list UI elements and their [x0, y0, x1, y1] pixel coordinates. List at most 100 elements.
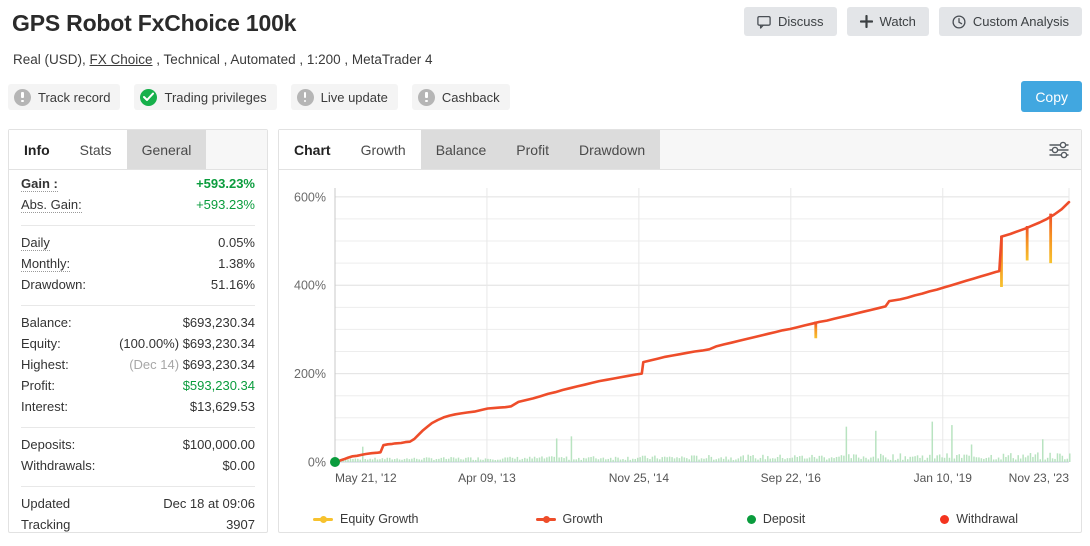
- stat-value: 0.05%: [218, 235, 255, 250]
- subtitle-prefix: Real (USD),: [13, 52, 90, 67]
- svg-text:Jan 10, '19: Jan 10, '19: [914, 471, 973, 485]
- stat-value: 1.38%: [218, 256, 255, 271]
- legend-label: Withdrawal: [956, 512, 1019, 526]
- broker-link[interactable]: FX Choice: [90, 52, 153, 67]
- stat-key: Tracking: [21, 517, 71, 532]
- stat-key: Interest:: [21, 399, 68, 414]
- chart-panel: Chart Growth Balance Profit Drawdown 0% 2…: [278, 129, 1082, 533]
- sliders-icon[interactable]: [1047, 139, 1071, 161]
- stat-value: $0.00: [222, 458, 255, 473]
- custom-analysis-button[interactable]: Custom Analysis: [938, 7, 1082, 36]
- badge-live-update[interactable]: Live update: [290, 84, 398, 110]
- stat-key[interactable]: Gain :: [21, 177, 58, 192]
- withdrawal-dot-icon: [940, 514, 950, 524]
- stat-row-updated: Updated Dec 18 at 09:06: [21, 496, 255, 517]
- stat-value: 51.16%: [210, 277, 255, 292]
- svg-text:0%: 0%: [308, 456, 326, 470]
- stat-key[interactable]: Abs. Gain:: [21, 198, 82, 213]
- legend-label: Growth: [562, 512, 603, 526]
- growth-chart[interactable]: 0% 200% 400% 600% May 21, '12 Apr 09, '13 Nov …: [279, 170, 1083, 532]
- badge-trading-privileges[interactable]: Trading privileges: [134, 84, 277, 110]
- stats-group-gain: Gain : +593.23% Abs. Gain: +593.23%: [21, 174, 255, 218]
- stat-value: $693,230.34: [182, 315, 255, 330]
- svg-text:Sep 22, '16: Sep 22, '16: [761, 471, 822, 485]
- legend-deposit[interactable]: Deposit: [746, 512, 806, 526]
- stat-key: Updated: [21, 496, 71, 511]
- discuss-button[interactable]: Discuss: [744, 7, 837, 36]
- stat-value: 3907: [226, 517, 255, 532]
- stats-group-account: Balance: $693,230.34 Equity: (100.00%) $…: [21, 313, 255, 420]
- divider: [21, 486, 255, 487]
- subtitle-suffix: , Technical , Automated , 1:200 , MetaTr…: [152, 52, 433, 67]
- profile-page: GPS Robot FxChoice 100k Real (USD), FX C…: [0, 0, 1090, 546]
- stat-row-interest: Interest: $13,629.53: [21, 399, 255, 420]
- divider: [21, 305, 255, 306]
- tab-general[interactable]: General: [126, 130, 207, 169]
- stat-value: $100,000.00: [182, 437, 255, 452]
- deposit-dot-icon: [746, 514, 756, 524]
- page-title: GPS Robot FxChoice 100k: [12, 10, 297, 36]
- comment-icon: [757, 15, 771, 29]
- divider: [21, 427, 255, 428]
- stat-key[interactable]: Daily: [21, 236, 50, 251]
- copy-button[interactable]: Copy: [1021, 81, 1082, 112]
- svg-text:May 21, '12: May 21, '12: [335, 471, 397, 485]
- tab-growth[interactable]: Growth: [345, 130, 421, 169]
- stat-prefix: (100.00%): [119, 336, 180, 351]
- stat-value: +593.23%: [196, 197, 255, 212]
- stat-key: Withdrawals:: [21, 458, 96, 473]
- legend-growth[interactable]: Growth: [535, 512, 603, 526]
- stat-key: Balance:: [21, 315, 72, 330]
- tab-balance[interactable]: Balance: [420, 130, 502, 169]
- stat-row-monthly: Monthly: 1.38%: [21, 256, 255, 277]
- stat-row-equity: Equity: (100.00%) $693,230.34: [21, 336, 255, 357]
- tab-chart[interactable]: Chart: [279, 130, 346, 169]
- custom-analysis-label: Custom Analysis: [972, 14, 1069, 29]
- badge-track-record[interactable]: Track record: [8, 84, 121, 110]
- exclamation-icon: [296, 88, 314, 106]
- legend-withdrawal[interactable]: Withdrawal: [940, 512, 1018, 526]
- stat-value: +593.23%: [196, 176, 255, 191]
- stat-key[interactable]: Monthly:: [21, 257, 71, 272]
- stats-group-performance: Daily 0.05% Monthly: 1.38% Drawdown: 51.…: [21, 233, 255, 298]
- tab-stats[interactable]: Stats: [64, 130, 127, 169]
- stat-row-abs-gain: Abs. Gain: +593.23%: [21, 197, 255, 218]
- badge-label: Cashback: [441, 89, 500, 105]
- stats-list: Gain : +593.23% Abs. Gain: +593.23% Dail…: [9, 170, 267, 538]
- svg-text:Nov 23, '23: Nov 23, '23: [1009, 471, 1070, 485]
- stats-group-meta: Updated Dec 18 at 09:06 Tracking 3907: [21, 494, 255, 538]
- stat-key: Profit:: [21, 378, 55, 393]
- watch-button[interactable]: Watch: [846, 7, 929, 36]
- stat-value: $13,629.53: [189, 399, 255, 414]
- legend-equity-growth[interactable]: Equity Growth: [313, 512, 419, 526]
- svg-text:Apr 09, '13: Apr 09, '13: [458, 471, 516, 485]
- stat-value: $593,230.34: [182, 378, 255, 393]
- badge-list: Track record Trading privileges Live upd…: [8, 84, 510, 110]
- stat-value: $693,230.34: [182, 336, 255, 351]
- badge-label: Trading privileges: [164, 89, 267, 105]
- exclamation-icon: [417, 88, 435, 106]
- chart-legend: Equity Growth Growth Deposit Withdrawal: [279, 512, 1083, 526]
- stat-value-wrap: (100.00%) $693,230.34: [119, 336, 255, 351]
- badge-cashback[interactable]: Cashback: [411, 84, 510, 110]
- badge-label: Live update: [320, 89, 388, 105]
- stat-row-profit: Profit: $593,230.34: [21, 378, 255, 399]
- page-header: GPS Robot FxChoice 100k Real (USD), FX C…: [0, 0, 1090, 120]
- stat-value-wrap: (Dec 14) $693,230.34: [129, 357, 255, 372]
- stat-value: Dec 18 at 09:06: [163, 496, 255, 511]
- stats-group-funding: Deposits: $100,000.00 Withdrawals: $0.00: [21, 435, 255, 479]
- tab-drawdown[interactable]: Drawdown: [563, 130, 661, 169]
- tab-info[interactable]: Info: [9, 130, 65, 169]
- stat-row-withdrawals: Withdrawals: $0.00: [21, 458, 255, 479]
- stat-key: Highest:: [21, 357, 69, 372]
- stat-row-balance: Balance: $693,230.34: [21, 315, 255, 336]
- stat-prefix: (Dec 14): [129, 357, 180, 372]
- stat-row-gain: Gain : +593.23%: [21, 176, 255, 197]
- tab-profit[interactable]: Profit: [501, 130, 564, 169]
- stat-value: $693,230.34: [182, 357, 255, 372]
- growth-line-icon: [535, 515, 556, 523]
- info-panel: Info Stats General Gain : +593.23% Abs. …: [8, 129, 268, 533]
- divider: [21, 225, 255, 226]
- svg-text:200%: 200%: [294, 367, 326, 381]
- legend-label: Deposit: [762, 512, 806, 526]
